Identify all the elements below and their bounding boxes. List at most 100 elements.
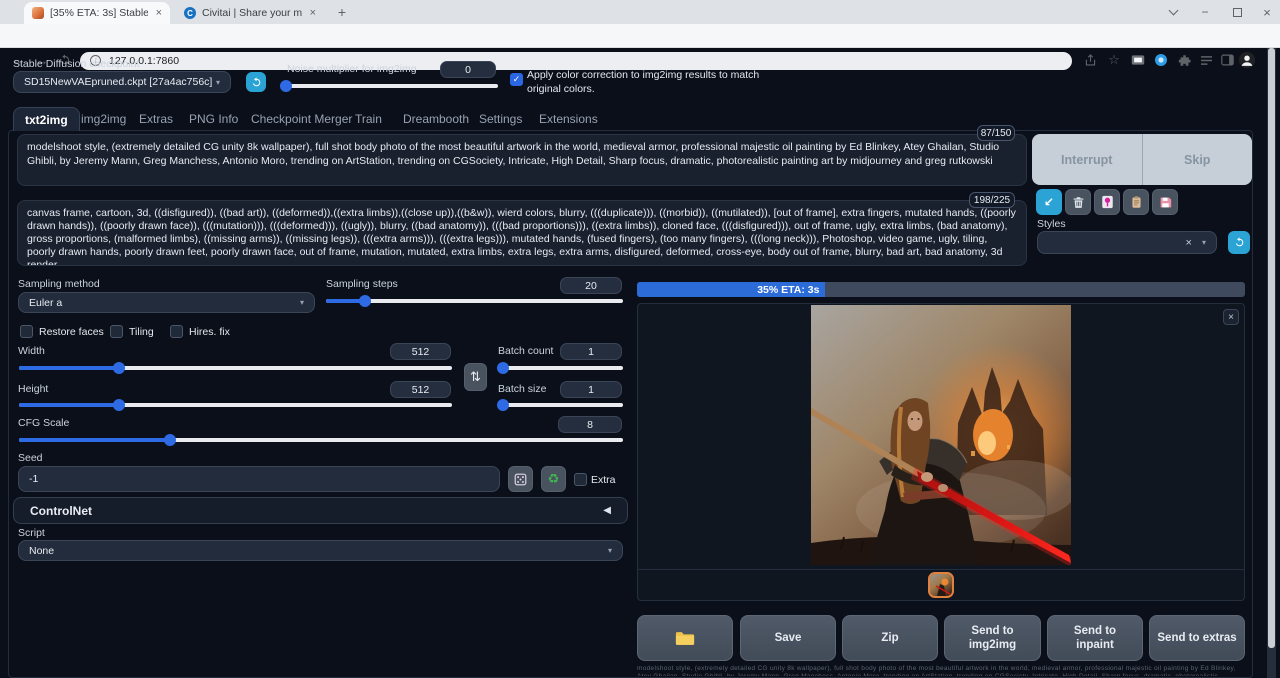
extra-networks-button[interactable] [1094,189,1120,215]
color-correction-checkbox[interactable]: ✓ [510,73,523,86]
window-close-button[interactable]: × [1252,0,1280,24]
window-minimize-button[interactable]: − [1190,0,1220,24]
sampling-method-label: Sampling method [18,278,100,290]
tab-extras[interactable]: Extras [128,107,184,131]
hires-fix-label: Hires. fix [189,326,230,338]
sidebar-icon[interactable] [1217,50,1237,70]
tab-train[interactable]: Train [344,107,393,131]
bookmark-star-icon[interactable]: ☆ [1104,50,1124,70]
blue-dot-extension-icon[interactable] [1151,50,1171,70]
progress-bar-fill: 35% ETA: 3s [637,282,825,297]
chevron-down-icon: ▾ [1202,238,1206,247]
batch-size-slider[interactable] [498,403,623,407]
controlnet-label: ControlNet [30,504,92,518]
send-to-inpaint-button[interactable]: Send to inpaint [1047,615,1143,661]
generation-info-text: modelshoot style, (extremely detailed CG… [637,665,1245,676]
seed-value: -1 [29,473,38,485]
send-to-img2img-button[interactable]: Send to img2img [944,615,1041,661]
script-dropdown[interactable]: None ▾ [18,540,623,561]
cast-extension-icon[interactable] [1128,50,1148,70]
save-style-button[interactable] [1152,189,1178,215]
hires-fix-checkbox[interactable] [170,325,183,338]
sampling-method-value: Euler a [29,297,62,309]
checkpoint-dropdown[interactable]: SD15NewVAEpruned.ckpt [27a4ac756c] ▾ [13,71,231,93]
tab-extensions[interactable]: Extensions [528,107,609,131]
profile-avatar[interactable] [1237,50,1257,70]
cfg-scale-value[interactable]: 8 [558,416,622,433]
civitai-favicon: C [184,7,196,19]
url-bar[interactable]: i 127.0.0.1:7860 [80,52,1072,70]
browser-address-bar: ← → i 127.0.0.1:7860 ☆ ⋮ [0,24,1280,48]
browser-tab-civitai[interactable]: C Civitai | Share your models × [176,2,324,24]
cfg-scale-slider[interactable] [19,438,623,442]
apply-style-button[interactable] [1123,189,1149,215]
styles-refresh-button[interactable] [1228,231,1250,254]
progress-bar: 35% ETA: 3s [637,282,1245,297]
height-value[interactable]: 512 [390,381,451,398]
tiling-checkbox[interactable] [110,325,123,338]
tab-settings[interactable]: Settings [468,107,533,131]
tab-dreambooth[interactable]: Dreambooth [392,107,480,131]
paste-params-button[interactable]: ↙ [1036,189,1062,215]
sampling-steps-slider[interactable] [326,299,623,303]
color-correction-label: Apply color correction to img2img result… [527,68,777,96]
prompt-token-counter: 87/150 [977,125,1015,141]
browser-tab-title: Civitai | Share your models [202,7,302,19]
tab-close-icon[interactable]: × [156,7,162,19]
browser-tab-stable-diffusion[interactable]: [35% ETA: 3s] Stable Diffusion × [24,2,170,24]
window-restore-button[interactable] [1222,0,1252,24]
page-scrollbar-thumb[interactable] [1268,48,1275,648]
extra-seed-label: Extra [591,474,616,486]
negative-prompt-textarea[interactable]: canvas frame, cartoon, 3d, ((disfigured)… [17,200,1027,266]
script-value: None [29,545,54,557]
stable-diffusion-favicon [32,7,44,19]
styles-clear-icon[interactable]: × [1186,237,1192,249]
checkpoint-value: SD15NewVAEpruned.ckpt [27a4ac756c] [24,76,212,88]
checkpoint-refresh-button[interactable] [246,72,266,92]
prompt-textarea[interactable]: modelshoot style, (extremely detailed CG… [17,134,1027,186]
clear-prompt-button[interactable] [1065,189,1091,215]
close-preview-icon[interactable]: × [1223,309,1239,325]
seed-label: Seed [18,452,43,464]
browser-tab-title: [35% ETA: 3s] Stable Diffusion [50,7,148,19]
sampling-method-dropdown[interactable]: Euler a ▾ [18,292,315,313]
save-button[interactable]: Save [740,615,836,661]
interrupt-button[interactable]: Interrupt [1032,134,1143,185]
restore-faces-checkbox[interactable] [20,325,33,338]
send-to-extras-button[interactable]: Send to extras [1149,615,1245,661]
tab-png-info[interactable]: PNG Info [178,107,249,131]
batch-size-value[interactable]: 1 [560,381,622,398]
new-tab-button[interactable]: + [330,0,354,24]
chevron-down-icon: ▾ [300,298,304,307]
playlist-extension-icon[interactable] [1196,50,1216,70]
gallery-thumbnail[interactable] [928,572,954,598]
height-slider[interactable] [19,403,452,407]
extensions-puzzle-icon[interactable] [1174,50,1194,70]
browser-tab-strip: [35% ETA: 3s] Stable Diffusion × C Civit… [0,0,1280,24]
noise-multiplier-slider[interactable] [282,84,498,88]
width-label: Width [18,345,45,357]
noise-multiplier-value[interactable]: 0 [440,61,496,78]
open-folder-button[interactable] [637,615,733,661]
share-icon[interactable] [1080,50,1100,70]
reuse-seed-button[interactable]: ♻ [541,466,566,492]
sampling-steps-value[interactable]: 20 [560,277,622,294]
batch-count-value[interactable]: 1 [560,343,622,360]
batch-count-slider[interactable] [498,366,623,370]
tab-txt2img[interactable]: txt2img [13,107,80,131]
extra-seed-checkbox[interactable] [574,473,587,486]
negative-prompt-token-counter: 198/225 [969,192,1015,208]
zip-button[interactable]: Zip [842,615,938,661]
random-seed-dice-button[interactable] [508,466,533,492]
swap-dimensions-button[interactable]: ⇅ [464,363,487,391]
window-chevron-icon[interactable] [1158,0,1188,24]
sampling-steps-label: Sampling steps [326,278,398,290]
controlnet-accordion[interactable]: ControlNet ◀ [13,497,628,524]
seed-input[interactable]: -1 [18,466,500,492]
generated-image[interactable] [811,305,1071,565]
tab-close-icon[interactable]: × [310,7,316,19]
styles-dropdown[interactable]: × ▾ [1037,231,1217,254]
width-slider[interactable] [19,366,452,370]
skip-button[interactable]: Skip [1143,134,1253,185]
width-value[interactable]: 512 [390,343,451,360]
